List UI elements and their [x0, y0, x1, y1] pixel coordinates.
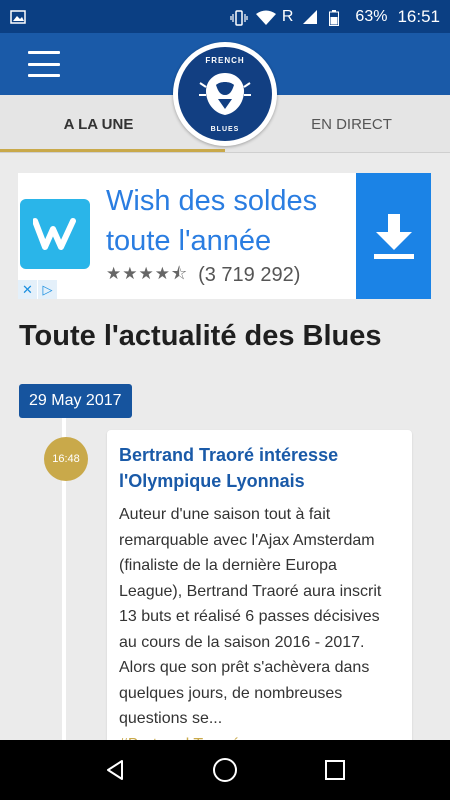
ad-rating: ★★★★⯪ (3 719 292): [106, 261, 300, 290]
recent-apps-icon[interactable]: [315, 750, 355, 790]
ad-title: Wish des soldes toute l'année: [106, 185, 318, 257]
wifi-icon: [255, 10, 276, 25]
ad-rating-count: (3 719 292): [198, 264, 301, 286]
logo-text-top: FRENCH: [205, 56, 245, 65]
clock: 16:51: [397, 6, 440, 26]
battery-icon: [329, 9, 345, 26]
tab-label: A LA UNE: [63, 115, 134, 133]
image-notification-icon: [10, 9, 26, 24]
news-card[interactable]: Bertrand Traoré intéresse l'Olympique Ly…: [107, 430, 412, 753]
home-icon[interactable]: [205, 750, 245, 790]
date-badge: 29 May 2017: [19, 384, 132, 418]
vibrate-icon: [230, 9, 248, 26]
wish-logo-icon: [20, 199, 90, 269]
cell-signal-icon: [303, 9, 319, 24]
time-badge: 16:48: [44, 437, 88, 481]
hamburger-menu-icon[interactable]: [28, 51, 60, 77]
logo-text-bottom: BLUES: [210, 126, 240, 133]
roaming-indicator: R: [281, 7, 294, 25]
ad-close-icon[interactable]: ✕: [18, 280, 37, 299]
news-excerpt: Auteur d'une saison tout à fait remarqua…: [119, 506, 382, 727]
ad-banner[interactable]: Wish des soldes toute l'année ★★★★⯪ (3 7…: [18, 173, 431, 299]
lion-head-icon: [199, 73, 251, 115]
download-icon: [373, 214, 414, 259]
back-icon[interactable]: [95, 750, 135, 790]
ad-choices-icon[interactable]: ▷: [38, 280, 57, 299]
french-blues-logo: FRENCH BLUES: [173, 42, 277, 146]
tab-indicator: [0, 149, 225, 152]
ad-download-button[interactable]: [356, 173, 431, 299]
page-title: Toute l'actualité des Blues: [19, 320, 382, 352]
star-rating-icon: ★★★★⯪: [106, 264, 189, 283]
status-bar: R 63% 16:51: [0, 0, 450, 33]
system-nav-bar: [0, 740, 450, 800]
battery-percent: 63%: [355, 7, 388, 25]
tab-label: EN DIRECT: [311, 115, 392, 133]
ad-choices[interactable]: ✕ ▷: [18, 280, 58, 299]
news-title[interactable]: Bertrand Traoré intéresse l'Olympique Ly…: [119, 442, 400, 494]
